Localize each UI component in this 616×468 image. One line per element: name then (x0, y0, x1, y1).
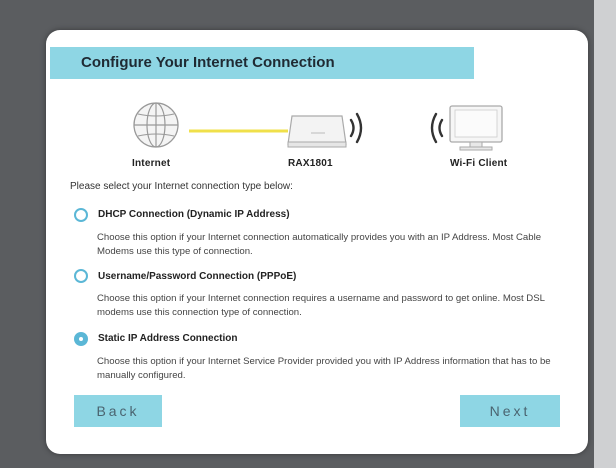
setup-dialog: Configure Your Internet Connection Inter… (46, 30, 588, 454)
option-desc-static-ip: Choose this option if your Internet Serv… (97, 356, 551, 381)
radio-static-ip[interactable] (74, 332, 88, 346)
option-label-static-ip[interactable]: Static IP Address Connection (98, 333, 237, 344)
option-label-dhcp[interactable]: DHCP Connection (Dynamic IP Address) (98, 209, 290, 220)
wifi-signal-icon (349, 112, 363, 144)
client-label: Wi-Fi Client (450, 158, 508, 169)
radio-dhcp[interactable] (74, 208, 88, 222)
next-button[interactable]: Next (460, 395, 560, 427)
internet-label: Internet (132, 158, 171, 169)
wifi-receive-icon (430, 112, 444, 144)
router-icon (287, 115, 347, 148)
option-desc-dhcp: Choose this option if your Internet conn… (97, 232, 542, 257)
radio-pppoe[interactable] (74, 269, 88, 283)
globe-icon (133, 102, 179, 148)
option-label-pppoe[interactable]: Username/Password Connection (PPPoE) (98, 271, 296, 282)
connection-diagram: Internet RAX1801 Wi-Fi Client (46, 30, 588, 180)
router-label: RAX1801 (288, 158, 333, 169)
background-strip (594, 0, 616, 468)
instruction-text: Please select your Internet connection t… (70, 181, 293, 192)
monitor-icon (449, 105, 503, 151)
option-desc-pppoe: Choose this option if your Internet conn… (97, 293, 545, 318)
back-button[interactable]: Back (74, 395, 162, 427)
